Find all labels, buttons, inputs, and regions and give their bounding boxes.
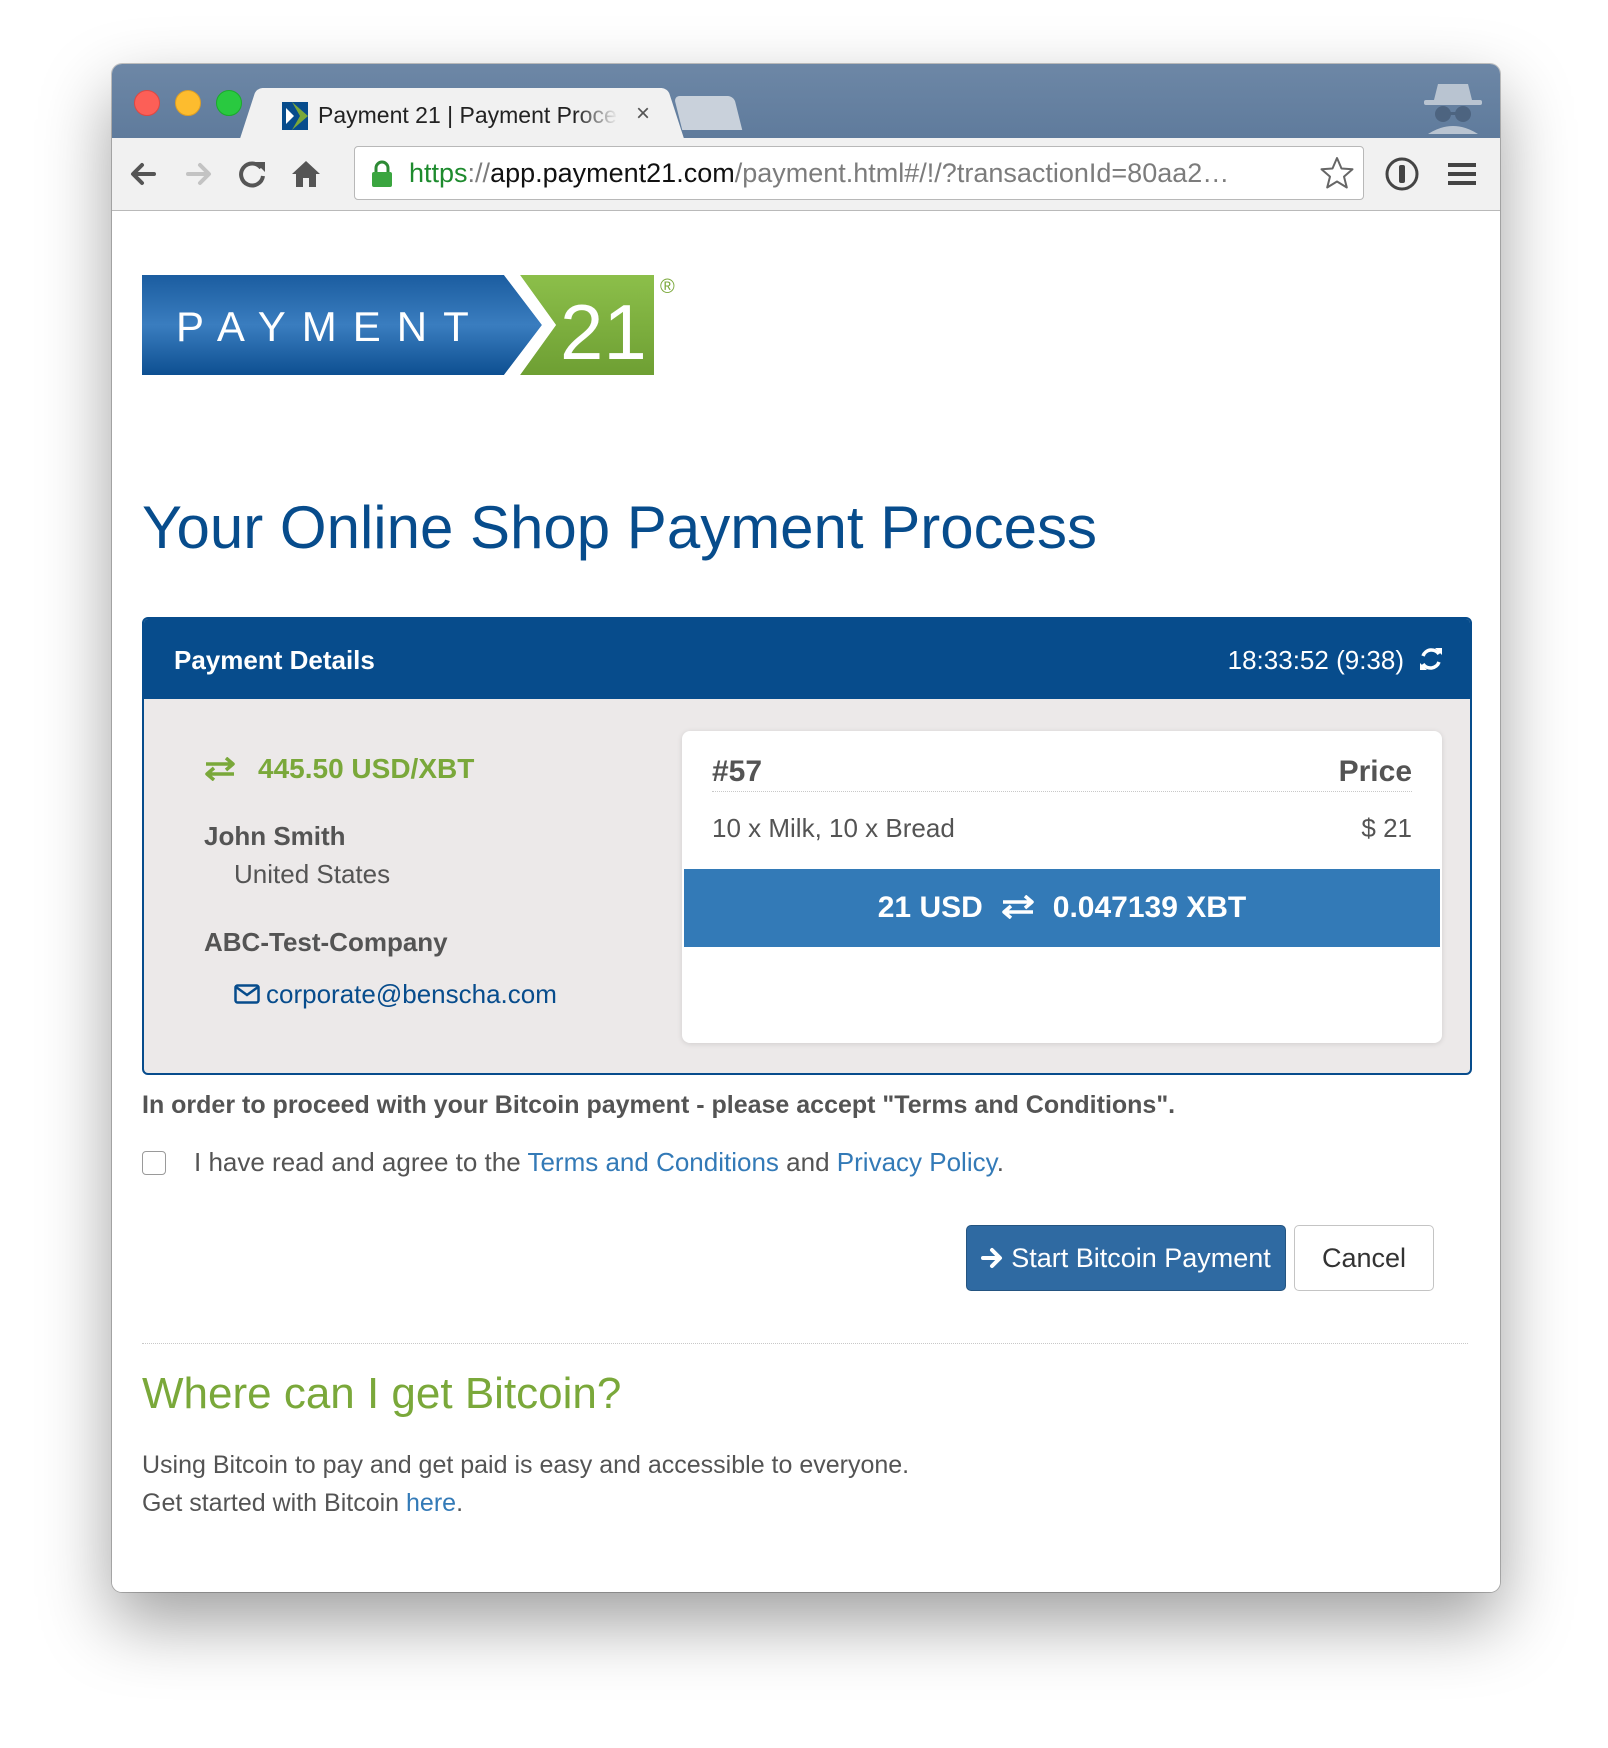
agree-period: . [996, 1147, 1004, 1177]
browser-toolbar: https://app.payment21.com/payment.html#/… [112, 138, 1500, 211]
order-divider [712, 791, 1412, 792]
amount-xbt: 0.047139 XBT [1052, 891, 1247, 924]
terms-checkbox[interactable] [142, 1151, 166, 1175]
back-arrow-icon[interactable] [124, 154, 164, 194]
terms-link[interactable]: Terms and Conditions [527, 1147, 778, 1177]
company-name: ABC-Test-Company [204, 927, 448, 957]
email-address: corporate@benscha.com [266, 979, 557, 1009]
logo-right-text: 21 [560, 288, 647, 375]
close-window-button[interactable] [134, 90, 160, 116]
bitcoin-description: Using Bitcoin to pay and get paid is eas… [142, 1451, 910, 1479]
amount-usd: 21 USD [877, 891, 983, 924]
exchange-rate-value: 445.50 USD/XBT [258, 753, 475, 784]
envelope-icon [234, 984, 260, 1004]
menu-icon[interactable] [1442, 154, 1482, 194]
lock-icon [372, 160, 392, 187]
refresh-icon[interactable] [1418, 645, 1444, 673]
payment-details-panel: Payment Details 18:33:52 (9:38) 445.50 U… [142, 617, 1472, 1075]
countdown-timer: 18:33:52 (9:38) [1227, 645, 1404, 675]
arrow-right-icon [981, 1247, 1003, 1268]
url-host: app.payment21.com [490, 158, 735, 188]
customer-country: United States [234, 859, 391, 889]
url-separator: :// [467, 158, 491, 188]
privacy-link[interactable]: Privacy Policy [837, 1147, 997, 1177]
title-bar: Payment 21 | Payment Process × [112, 64, 1500, 140]
url-text: https://app.payment21.com/payment.html#/… [409, 158, 1229, 189]
order-price: $ 21 [1361, 813, 1412, 843]
cancel-button[interactable]: Cancel [1294, 1225, 1434, 1291]
conversion-bar: 21 USD 0.047139 XBT [684, 869, 1440, 947]
panel-title: Payment Details [174, 645, 375, 675]
and-word: and [786, 1147, 830, 1177]
minimize-window-button[interactable] [175, 90, 201, 116]
favicon-icon [282, 102, 308, 130]
order-card: #57 Price 10 x Milk, 10 x Bread $ 21 21 … [682, 731, 1442, 1043]
order-id: #57 [712, 755, 763, 788]
url-scheme: https [409, 158, 468, 188]
incognito-icon [1424, 84, 1482, 134]
logo-registered-mark: ® [660, 276, 675, 298]
zoom-window-button[interactable] [216, 90, 242, 116]
forward-arrow-icon[interactable] [178, 154, 218, 194]
tab-title: Payment 21 | Payment Process [318, 102, 618, 128]
home-icon[interactable] [286, 154, 326, 194]
terms-notice: In order to proceed with your Bitcoin pa… [142, 1091, 1176, 1119]
browser-window: Payment 21 | Payment Process × https://a… [112, 64, 1500, 1592]
tab-active[interactable]: Payment 21 | Payment Process × [262, 88, 662, 140]
payment21-logo: PAYMENT 21 ® [142, 275, 675, 375]
terms-agree-text: I have read and agree to the Terms and C… [194, 1147, 1004, 1178]
tab-close-icon[interactable]: × [636, 100, 650, 128]
panel-header: Payment Details 18:33:52 (9:38) [144, 619, 1470, 699]
agree-prefix: I have read and agree to the [194, 1147, 521, 1177]
reload-icon[interactable] [232, 154, 272, 194]
onepassword-icon[interactable] [1382, 154, 1422, 194]
customer-name: John Smith [204, 821, 346, 851]
url-path: /payment.html#/!/?transactionId=80aa2… [734, 158, 1230, 188]
exchange-icon [205, 756, 235, 781]
address-bar[interactable]: https://app.payment21.com/payment.html#/… [354, 146, 1364, 200]
get-started-suffix: . [456, 1489, 464, 1517]
page-content: PAYMENT 21 ® Your Online Shop Payment Pr… [112, 211, 1500, 1592]
start-button-label: Start Bitcoin Payment [1011, 1243, 1271, 1273]
bitcoin-get-started: Get started with Bitcoin here. [142, 1489, 463, 1518]
logo-left-text: PAYMENT [176, 303, 485, 350]
order-items: 10 x Milk, 10 x Bread [712, 813, 955, 843]
page-title: Your Online Shop Payment Process [142, 494, 1097, 561]
here-link[interactable]: here [406, 1489, 456, 1517]
exchange-icon [1002, 895, 1034, 920]
section-divider [142, 1343, 1468, 1344]
exchange-rate: 445.50 USD/XBT [204, 753, 474, 785]
new-tab-button[interactable] [673, 96, 743, 130]
star-icon[interactable] [1319, 155, 1355, 191]
price-header: Price [1338, 755, 1412, 788]
bitcoin-section-title: Where can I get Bitcoin? [142, 1369, 622, 1418]
email-link[interactable]: corporate@benscha.com [234, 979, 557, 1010]
get-started-prefix: Get started with Bitcoin [142, 1489, 400, 1517]
start-bitcoin-payment-button[interactable]: Start Bitcoin Payment [966, 1225, 1286, 1291]
